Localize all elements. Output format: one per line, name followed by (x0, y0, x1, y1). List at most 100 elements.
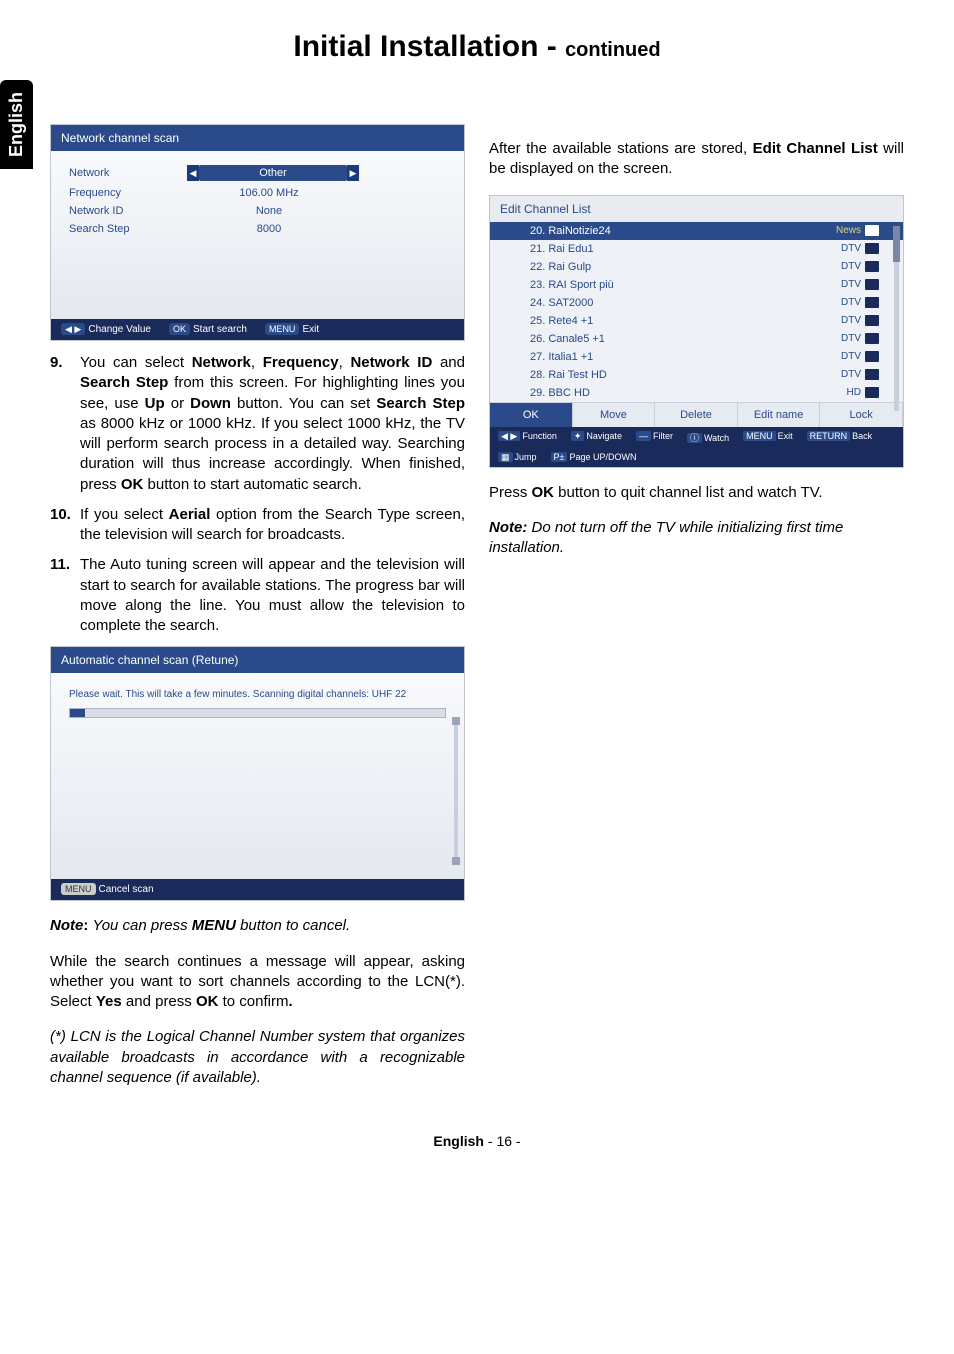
language-tab: English (0, 80, 33, 169)
b: OK (532, 484, 555, 501)
channel-list-body: 20. RaiNotizie24News21. Rai Edu1DTV22. R… (490, 222, 903, 402)
t: If you select (80, 506, 169, 523)
row-value: 8000 (199, 223, 339, 235)
channel-row: 21. Rai Edu1DTV (490, 240, 903, 258)
menu-badge: MENU (61, 883, 96, 895)
note-menu-cancel: Note: You can press MENU button to cance… (50, 916, 465, 936)
title-continued: continued (565, 39, 661, 61)
channel-tag: DTV (841, 369, 879, 380)
legend-item: RETURNBack (807, 431, 873, 444)
channel-action: Move (573, 403, 656, 427)
tv-icon (865, 369, 879, 380)
legend-badge: P± (551, 452, 568, 462)
hint-badge: MENU (265, 323, 300, 335)
final-note: Note: Do not turn off the TV while initi… (489, 518, 904, 559)
channel-action: Delete (655, 403, 738, 427)
legend-badge: ▦ (498, 452, 513, 462)
tv-icon (865, 243, 879, 254)
tv-icon (865, 279, 879, 290)
auto-scan-message: Please wait. This will take a few minute… (69, 689, 446, 700)
b: Aerial (169, 506, 211, 523)
channel-row: 23. RAI Sport piùDTV (490, 276, 903, 294)
edit-channel-intro: After the available stations are stored,… (489, 139, 904, 180)
cancel-scan-hint: MENUCancel scan (61, 884, 154, 895)
network-scan-row: Search Step8000 (69, 223, 446, 235)
auto-scan-panel: Automatic channel scan (Retune) Please w… (50, 646, 465, 901)
network-scan-panel: Network channel scan NetworkOther Frequen… (50, 124, 465, 341)
legend-badge: RETURN (807, 431, 851, 441)
press-ok-paragraph: Press OK button to quit channel list and… (489, 483, 904, 503)
tv-icon (865, 297, 879, 308)
row-value: None (199, 205, 339, 217)
channel-row: 27. Italia1 +1DTV (490, 348, 903, 366)
channel-name: 21. Rai Edu1 (530, 243, 594, 255)
legend-item: —Filter (636, 431, 673, 444)
cancel-text: Cancel scan (99, 884, 154, 895)
channel-legend: ◀ ▶Function✦Navigate—FilterⓘWatchMENUExi… (490, 427, 903, 467)
network-scan-row: NetworkOther (69, 165, 446, 181)
legend-item: ✦Navigate (571, 431, 622, 444)
channel-tag: DTV (841, 315, 879, 326)
footer-hint: OKStart search (169, 324, 247, 335)
channel-name: 22. Rai Gulp (530, 261, 591, 273)
channel-name: 20. RaiNotizie24 (530, 225, 611, 237)
title-main: Initial Installation - (293, 30, 565, 63)
channel-tag: DTV (841, 333, 879, 344)
row-value: 106.00 MHz (199, 187, 339, 199)
channel-name: 24. SAT2000 (530, 297, 593, 309)
progress-fill (70, 709, 85, 717)
step-10-number: 10. (50, 505, 80, 546)
t: or (165, 395, 190, 412)
step-9-number: 9. (50, 353, 80, 495)
channel-scrollbar (894, 226, 899, 411)
b: Frequency (263, 354, 339, 371)
tv-icon (865, 225, 879, 236)
row-label: Network (69, 167, 199, 179)
row-label: Search Step (69, 223, 199, 235)
b: OK (121, 476, 144, 493)
t: You can select (80, 354, 192, 371)
b: MENU (192, 917, 236, 934)
t: , (251, 354, 263, 371)
lcn-paragraph: While the search continues a message wil… (50, 952, 465, 1013)
tv-icon (865, 333, 879, 344)
legend-badge: MENU (743, 431, 776, 441)
footer-hint: MENUExit (265, 324, 319, 335)
tv-icon (865, 315, 879, 326)
b: Search Step (80, 374, 168, 391)
hint-badge: OK (169, 323, 190, 335)
right-column: After the available stations are stored,… (489, 124, 904, 1103)
step-11-number: 11. (50, 555, 80, 636)
network-scan-title: Network channel scan (51, 125, 464, 151)
b: Up (145, 395, 165, 412)
b: Network (192, 354, 251, 371)
b: Down (190, 395, 231, 412)
legend-item: ⓘWatch (687, 431, 729, 444)
legend-item: ◀ ▶Function (498, 431, 557, 444)
network-scan-row: Frequency106.00 MHz (69, 187, 446, 199)
legend-item: ▦Jump (498, 452, 537, 463)
channel-row: 25. Rete4 +1 DTV (490, 312, 903, 330)
b: OK (196, 993, 219, 1010)
instruction-list: 9. You can select Network, Frequency, Ne… (50, 353, 465, 636)
step-9-text: You can select Network, Frequency, Netwo… (80, 353, 465, 495)
t: Do not turn off the TV while initializin… (489, 519, 843, 556)
channel-row: 28. Rai Test HDDTV (490, 366, 903, 384)
t: - (484, 1133, 496, 1149)
footer-lang: English (433, 1133, 484, 1149)
step-10: 10. If you select Aerial option from the… (50, 505, 465, 546)
channel-name: 25. Rete4 +1 (530, 315, 593, 327)
t: button to quit channel list and watch TV… (554, 484, 823, 501)
b: Yes (96, 993, 122, 1010)
channel-row: 26. Canale5 +1DTV (490, 330, 903, 348)
b: Network ID (350, 354, 432, 371)
page-title: Initial Installation - continued (50, 30, 904, 64)
channel-action: OK (490, 403, 573, 427)
channel-name: 29. BBC HD (530, 387, 590, 399)
channel-row: 24. SAT2000DTV (490, 294, 903, 312)
t: You can press (93, 917, 192, 934)
footer-page: 16 (496, 1133, 512, 1149)
legend-badge: ⓘ (687, 433, 702, 443)
step-11-text: The Auto tuning screen will appear and t… (80, 555, 465, 636)
edit-channel-list-title: Edit Channel List (490, 196, 903, 222)
